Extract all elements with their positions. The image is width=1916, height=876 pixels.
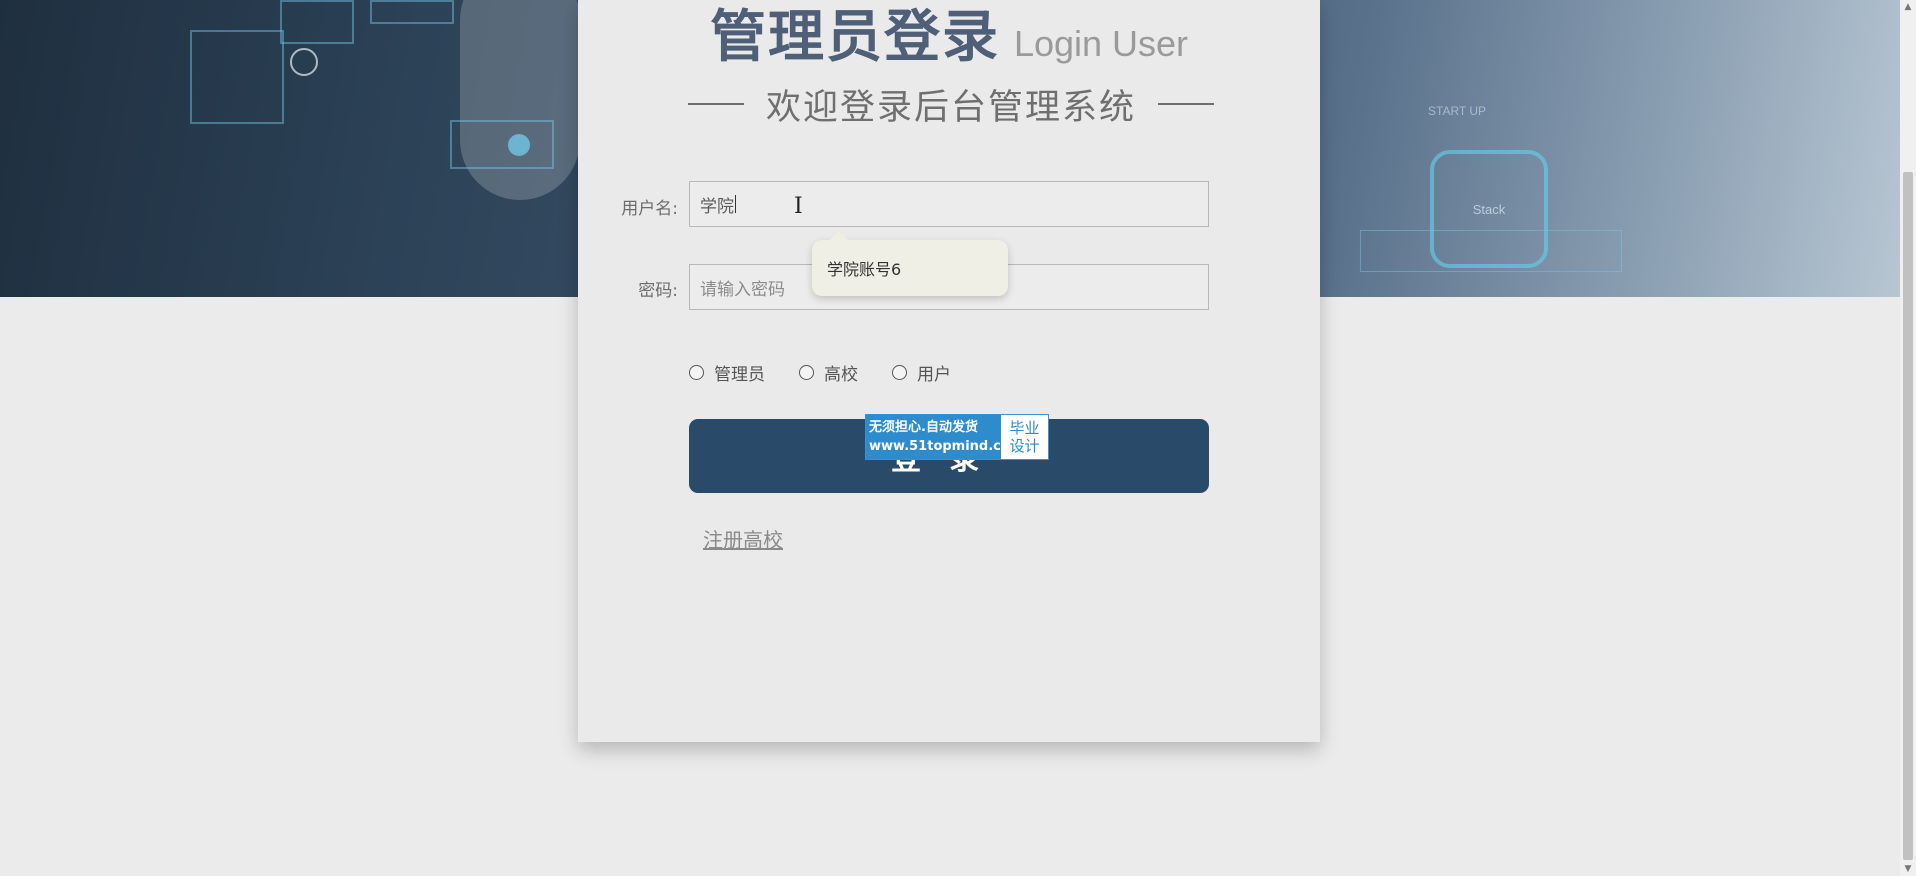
role-label: 管理员 bbox=[714, 365, 765, 385]
circuit-graphic bbox=[280, 0, 354, 44]
circuit-graphic bbox=[450, 120, 554, 169]
circuit-graphic bbox=[190, 30, 284, 124]
title-en: Login User bbox=[1013, 23, 1189, 64]
role-option-user[interactable]: 用户 bbox=[892, 360, 951, 385]
role-label: 高校 bbox=[824, 365, 858, 385]
role-label: 用户 bbox=[917, 365, 951, 385]
title-cn: 管理员登录 bbox=[709, 5, 1000, 70]
tile-caption: START UP bbox=[1428, 104, 1487, 118]
login-panel: 管理员登录 Login User 欢迎登录后台管理系统 用户名: 学院 密码: 请… bbox=[578, 0, 1320, 742]
suggestion-text: 学院账号6 bbox=[827, 260, 902, 279]
ad-text-block: 无须担心.自动发货 www.51topmind.com bbox=[866, 415, 1024, 459]
page-title: 管理员登录 Login User bbox=[578, 0, 1320, 73]
username-value: 学院 bbox=[700, 196, 734, 217]
tile-label: Stack bbox=[1472, 201, 1506, 217]
ad-line2: www.51topmind.com bbox=[869, 439, 1024, 454]
ring-graphic bbox=[290, 48, 318, 76]
radio-button[interactable] bbox=[689, 365, 704, 380]
username-input[interactable]: 学院 bbox=[689, 181, 1209, 227]
scroll-down-icon[interactable]: ▼ bbox=[1900, 864, 1916, 874]
divider-left bbox=[688, 103, 744, 105]
watermark-ad: 无须担心.自动发货 www.51topmind.com 毕业 设计 bbox=[865, 414, 1049, 460]
ad-line1: 无须担心.自动发货 bbox=[869, 420, 978, 435]
circuit-graphic bbox=[370, 0, 454, 24]
autocomplete-suggestion[interactable]: 学院账号6 bbox=[812, 231, 1008, 296]
role-option-admin[interactable]: 管理员 bbox=[689, 360, 765, 385]
username-label: 用户名: bbox=[621, 199, 678, 219]
text-cursor-icon: I bbox=[794, 194, 803, 219]
text-caret bbox=[735, 195, 736, 213]
subtitle: 欢迎登录后台管理系统 bbox=[765, 87, 1136, 128]
password-label: 密码: bbox=[638, 281, 678, 301]
register-college-link[interactable]: 注册高校 bbox=[703, 524, 783, 553]
role-selector: 管理员 高校 用户 bbox=[689, 360, 951, 385]
scroll-up-icon[interactable]: ▲ bbox=[1900, 2, 1916, 12]
hand-graphic bbox=[460, 0, 580, 200]
subtitle-row: 欢迎登录后台管理系统 bbox=[688, 82, 1214, 128]
ad-badge-line2: 设计 bbox=[1009, 437, 1040, 455]
role-option-college[interactable]: 高校 bbox=[799, 360, 858, 385]
radio-button[interactable] bbox=[892, 365, 907, 380]
scroll-thumb[interactable] bbox=[1903, 172, 1913, 860]
ad-badge: 毕业 设计 bbox=[1001, 415, 1048, 459]
tile-graphic: Stack bbox=[1430, 150, 1548, 268]
radio-button[interactable] bbox=[799, 365, 814, 380]
glow-dot bbox=[508, 134, 530, 156]
ad-badge-line1: 毕业 bbox=[1009, 419, 1040, 437]
vertical-scrollbar[interactable]: ▲ ▼ bbox=[1900, 0, 1916, 876]
password-placeholder: 请输入密码 bbox=[700, 279, 785, 300]
divider-right bbox=[1157, 103, 1214, 105]
